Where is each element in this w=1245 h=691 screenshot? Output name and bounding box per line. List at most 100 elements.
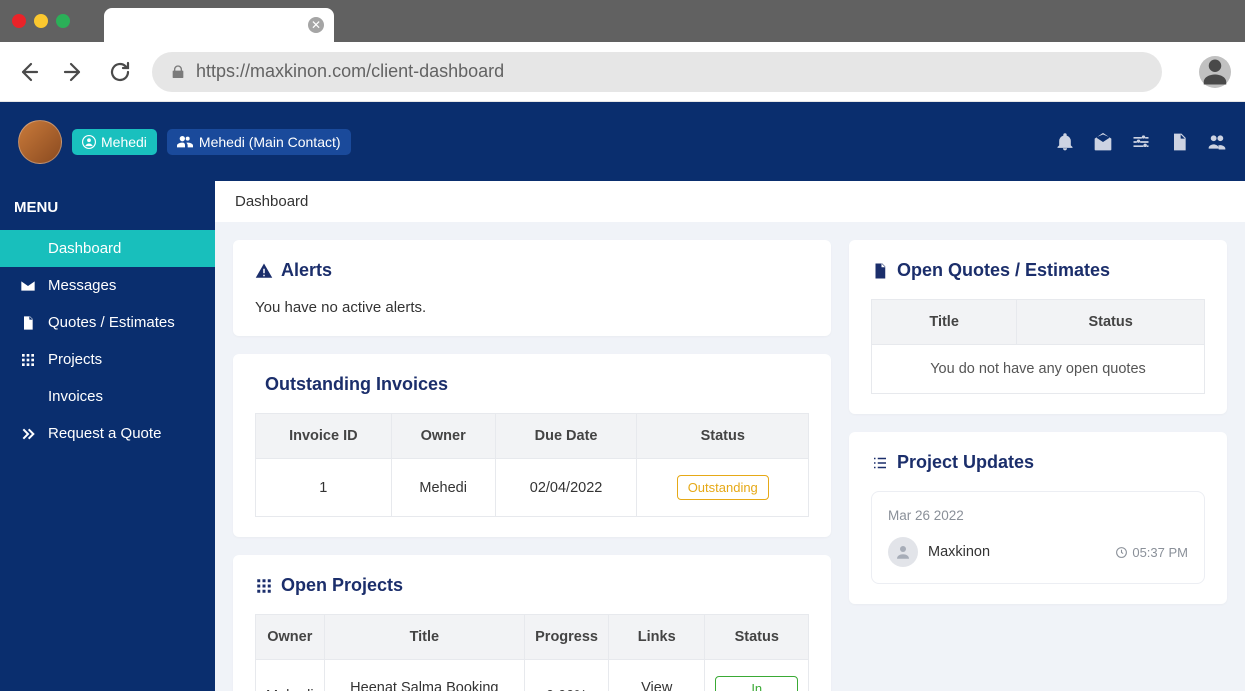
maximize-window-button[interactable]	[56, 14, 70, 28]
quotes-title-text: Open Quotes / Estimates	[897, 260, 1110, 281]
double-chevron-right-icon	[20, 426, 36, 442]
user-badge[interactable]: Mehedi	[72, 129, 157, 155]
clock-icon	[1115, 546, 1128, 559]
status-badge: In Progress	[715, 676, 798, 691]
arrow-left-icon	[16, 60, 40, 84]
grid-icon	[255, 577, 273, 595]
grid-icon	[20, 352, 36, 368]
forward-button[interactable]	[60, 58, 88, 86]
alerts-card: Alerts You have no active alerts.	[233, 240, 831, 336]
projects-title-text: Open Projects	[281, 575, 403, 596]
app-header: Mehedi Mehedi (Main Contact)	[0, 102, 1245, 181]
main-content: Dashboard Alerts You have no active aler…	[215, 181, 1245, 691]
sidebar-item-messages[interactable]: Messages	[0, 267, 215, 304]
quotes-card: Open Quotes / Estimates Title Status	[849, 240, 1227, 414]
minimize-window-button[interactable]	[34, 14, 48, 28]
sidebar-item-invoices[interactable]: Invoices	[0, 378, 215, 415]
sidebar-item-label: Quotes / Estimates	[48, 314, 175, 331]
address-bar[interactable]: https://maxkinon.com/client-dashboard	[152, 52, 1162, 92]
cell-status: Outstanding	[637, 459, 809, 517]
sidebar-item-label: Messages	[48, 277, 116, 294]
projects-title: Open Projects	[255, 575, 809, 596]
col-status: Status	[705, 615, 809, 660]
col-invoice-id: Invoice ID	[256, 414, 392, 459]
reload-button[interactable]	[106, 58, 134, 86]
update-item[interactable]: Mar 26 2022 Maxkinon 05:37 PM	[871, 491, 1205, 584]
user-icon	[1200, 57, 1230, 87]
cell-title: Heenat Salma Booking System – Website	[324, 660, 525, 691]
col-status: Status	[637, 414, 809, 459]
col-title: Title	[324, 615, 525, 660]
close-tab-icon[interactable]: ✕	[308, 17, 324, 33]
user-badge-label: Mehedi	[101, 134, 147, 150]
file-lines-icon	[871, 262, 889, 280]
col-due: Due Date	[495, 414, 637, 459]
update-date: Mar 26 2022	[888, 508, 1188, 523]
alerts-title: Alerts	[255, 260, 809, 281]
sidebar-item-label: Invoices	[48, 388, 103, 405]
quotes-title: Open Quotes / Estimates	[871, 260, 1205, 281]
users-icon	[177, 135, 193, 149]
col-owner: Owner	[391, 414, 495, 459]
close-window-button[interactable]	[12, 14, 26, 28]
sidebar-item-request-quote[interactable]: Request a Quote	[0, 415, 215, 452]
back-button[interactable]	[14, 58, 42, 86]
empty-message: You do not have any open quotes	[872, 345, 1205, 394]
user-circle-icon	[82, 135, 96, 149]
updates-card: Project Updates Mar 26 2022 Maxkinon	[849, 432, 1227, 604]
sidebar-item-label: Projects	[48, 351, 102, 368]
col-links: Links	[609, 615, 705, 660]
table-row[interactable]: Mehedi Heenat Salma Booking System – Web…	[256, 660, 809, 691]
url-text: https://maxkinon.com/client-dashboard	[196, 61, 504, 82]
sidebar-item-projects[interactable]: Projects	[0, 341, 215, 378]
contact-badge-label: Mehedi (Main Contact)	[199, 134, 341, 150]
browser-tab[interactable]: ✕	[104, 8, 334, 42]
file-icon[interactable]	[1169, 132, 1189, 152]
file-icon	[20, 315, 36, 331]
table-row[interactable]: 1 Mehedi 02/04/2022 Outstanding	[256, 459, 809, 517]
invoices-title: Outstanding Invoices	[255, 374, 809, 395]
sidebar-item-dashboard[interactable]: Dashboard	[0, 230, 215, 267]
cell-link[interactable]: View Contract	[609, 660, 705, 691]
sidebar-item-quotes[interactable]: Quotes / Estimates	[0, 304, 215, 341]
arrow-right-icon	[62, 60, 86, 84]
user-avatar[interactable]	[18, 120, 62, 164]
lock-icon	[170, 64, 186, 80]
alerts-message: You have no active alerts.	[255, 299, 809, 316]
group-icon[interactable]	[1207, 132, 1227, 152]
sidebar-item-label: Request a Quote	[48, 425, 161, 442]
sliders-icon[interactable]	[1131, 132, 1151, 152]
envelope-icon	[20, 278, 36, 294]
cell-owner: Mehedi	[256, 660, 325, 691]
breadcrumb: Dashboard	[215, 181, 1245, 222]
avatar	[888, 537, 918, 567]
invoices-card: Outstanding Invoices Invoice ID Owner Du…	[233, 354, 831, 537]
col-title: Title	[872, 300, 1017, 345]
reload-icon	[108, 60, 132, 84]
status-badge: Outstanding	[677, 475, 769, 500]
mail-open-icon[interactable]	[1093, 132, 1113, 152]
projects-table: Owner Title Progress Links Status Mehedi	[255, 614, 809, 691]
quotes-table: Title Status You do not have any open qu…	[871, 299, 1205, 394]
bell-icon[interactable]	[1055, 132, 1075, 152]
update-time: 05:37 PM	[1115, 545, 1188, 560]
updates-title: Project Updates	[871, 452, 1205, 473]
view-contract-link[interactable]: View Contract	[629, 680, 684, 691]
browser-toolbar: https://maxkinon.com/client-dashboard	[0, 42, 1245, 102]
cell-progress: 0.00%	[525, 660, 609, 691]
update-author: Maxkinon	[928, 544, 1105, 560]
sidebar: MENU Dashboard Messages Quotes / Estimat…	[0, 181, 215, 691]
cell-owner: Mehedi	[391, 459, 495, 517]
window-controls	[12, 14, 70, 28]
warning-icon	[255, 262, 273, 280]
updates-title-text: Project Updates	[897, 452, 1034, 473]
list-icon	[871, 454, 889, 472]
col-owner: Owner	[256, 615, 325, 660]
sidebar-header: MENU	[0, 189, 215, 230]
cell-due: 02/04/2022	[495, 459, 637, 517]
projects-card: Open Projects Owner Title Progress Links…	[233, 555, 831, 691]
profile-button[interactable]	[1199, 56, 1231, 88]
alerts-title-text: Alerts	[281, 260, 332, 281]
contact-badge[interactable]: Mehedi (Main Contact)	[167, 129, 351, 155]
table-row-empty: You do not have any open quotes	[872, 345, 1205, 394]
